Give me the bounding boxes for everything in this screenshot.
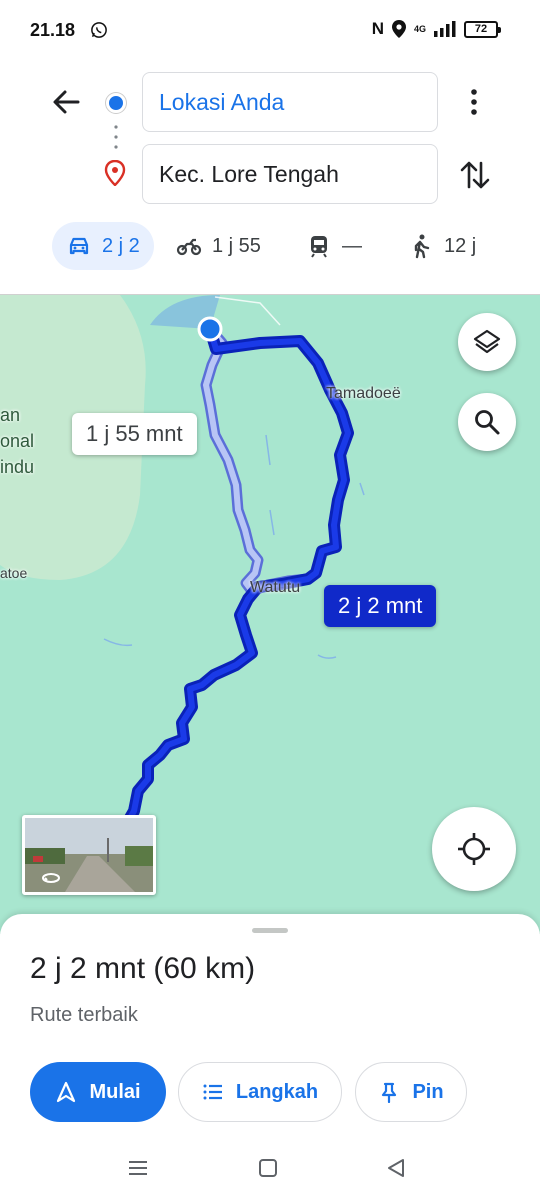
alt-route-time-chip[interactable]: 1 j 55 mnt bbox=[72, 413, 197, 455]
road bbox=[214, 296, 281, 326]
destination-input[interactable]: Kec. Lore Tengah bbox=[142, 144, 438, 204]
tab-walk[interactable]: 12 j bbox=[408, 222, 476, 270]
signal-icon bbox=[434, 21, 456, 37]
battery-icon: 72 bbox=[464, 20, 501, 38]
stream bbox=[103, 638, 133, 647]
origin-dot-icon bbox=[106, 93, 126, 113]
walk-icon bbox=[414, 234, 430, 259]
street-view-image bbox=[25, 818, 153, 892]
search-icon bbox=[475, 410, 500, 435]
stream bbox=[265, 434, 271, 466]
list-icon bbox=[203, 1084, 222, 1100]
my-location-button[interactable] bbox=[432, 807, 516, 891]
stream bbox=[359, 482, 365, 496]
network-type: 4G bbox=[413, 23, 426, 34]
map-label-tamadoee: Tamadoeë bbox=[326, 385, 401, 402]
origin-input[interactable]: Lokasi Anda bbox=[142, 72, 438, 132]
status-icons: N 4G 72 bbox=[371, 19, 501, 39]
360-icon bbox=[44, 877, 48, 881]
back-button[interactable] bbox=[48, 84, 84, 120]
travel-mode-tabs: 2 j 2 1 j 55 — 12 j bbox=[0, 222, 540, 270]
status-bar: 21.18 N 4G 72 bbox=[0, 0, 540, 60]
street-view-thumbnail[interactable] bbox=[22, 815, 156, 895]
map-label-park-2: onal bbox=[0, 431, 35, 451]
route-summary-title: 2 j 2 mnt (60 km) bbox=[30, 952, 256, 985]
system-navigation-bar bbox=[0, 1140, 540, 1200]
navigation-arrow-icon bbox=[57, 1081, 76, 1103]
start-button-label: Mulai bbox=[89, 1080, 141, 1103]
map-label-park-1: an bbox=[0, 405, 21, 425]
map-label-atoe: atoe bbox=[0, 565, 28, 581]
start-button[interactable]: Mulai bbox=[30, 1062, 166, 1122]
steps-button-label: Langkah bbox=[235, 1080, 319, 1103]
alt-route-line bbox=[200, 323, 314, 597]
map-label-watutu: Watutu bbox=[250, 579, 301, 596]
main-route-time-chip[interactable]: 2 j 2 mnt bbox=[324, 585, 437, 627]
tab-motorcycle-time: 1 j 55 bbox=[212, 234, 261, 257]
tab-motorcycle[interactable]: 1 j 55 bbox=[176, 222, 261, 270]
location-status-icon bbox=[391, 20, 406, 38]
destination-pin-icon bbox=[104, 160, 126, 186]
home-icon[interactable] bbox=[256, 1156, 280, 1180]
whatsapp-icon bbox=[91, 22, 107, 38]
stream bbox=[317, 654, 337, 659]
pin-icon bbox=[382, 1082, 397, 1103]
connector-dots bbox=[114, 125, 118, 149]
my-location-icon bbox=[458, 833, 490, 865]
current-location-marker bbox=[197, 316, 223, 342]
tab-car[interactable]: 2 j 2 bbox=[52, 222, 154, 270]
more-options-icon[interactable] bbox=[460, 86, 488, 118]
tab-transit-time: — bbox=[342, 234, 362, 257]
layers-icon bbox=[473, 329, 501, 354]
search-along-route-button[interactable] bbox=[458, 393, 516, 451]
nfc-icon: N bbox=[371, 19, 384, 38]
motorcycle-icon bbox=[176, 238, 202, 256]
car-icon bbox=[69, 237, 89, 255]
stream bbox=[269, 509, 275, 536]
tab-walk-time: 12 j bbox=[444, 234, 477, 257]
train-icon bbox=[311, 236, 327, 258]
tab-car-time: 2 j 2 bbox=[102, 234, 140, 257]
map-view[interactable]: Tamadoeë Watutu an onal indu atoe 1 j 55… bbox=[0, 294, 540, 934]
pin-button-label: Pin bbox=[412, 1080, 444, 1103]
map-label-park-3: indu bbox=[0, 457, 35, 477]
steps-button[interactable]: Langkah bbox=[178, 1062, 342, 1122]
pin-button[interactable]: Pin bbox=[355, 1062, 467, 1122]
drag-handle[interactable] bbox=[252, 928, 288, 933]
route-summary-subtitle: Rute terbaik bbox=[30, 1004, 138, 1026]
recent-apps-icon[interactable] bbox=[126, 1156, 150, 1180]
back-nav-icon[interactable] bbox=[384, 1156, 408, 1180]
swap-icon[interactable] bbox=[458, 158, 492, 192]
layers-button[interactable] bbox=[458, 313, 516, 371]
tab-transit[interactable]: — bbox=[306, 222, 362, 270]
status-time: 21.18 bbox=[30, 20, 76, 40]
